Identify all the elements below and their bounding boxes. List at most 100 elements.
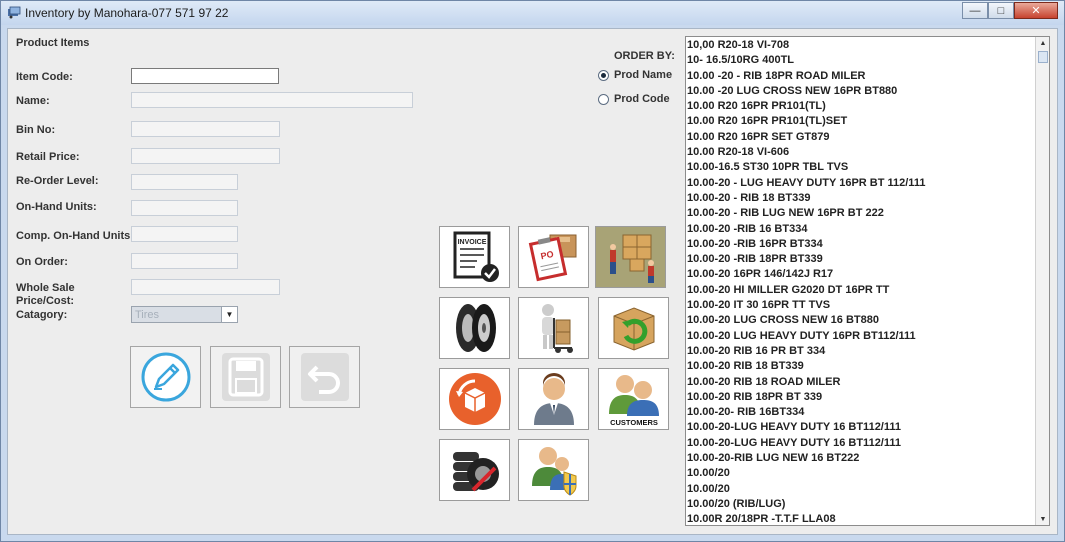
name-label: Name: [16, 95, 50, 107]
invoice-tile[interactable]: INVOICE [439, 226, 510, 288]
list-item[interactable]: 10.00 R20-18 VI-606 [687, 145, 1035, 160]
section-title: Product Items [16, 37, 90, 49]
stock-return-tile[interactable] [598, 297, 669, 359]
on-order-label: On Order: [16, 256, 68, 268]
list-item[interactable]: 10.00-20 - RIB LUG NEW 16PR BT 222 [687, 206, 1035, 221]
list-item[interactable]: 10.00-20- RIB 16BT334 [687, 405, 1035, 420]
list-item[interactable]: 10.00-20 IT 30 16PR TT TVS [687, 298, 1035, 313]
retail-price-input[interactable] [131, 148, 280, 164]
save-button[interactable] [210, 346, 281, 408]
tires-tile[interactable] [439, 297, 510, 359]
purchase-order-tile[interactable]: PO [518, 226, 589, 288]
product-list[interactable]: 10,00 R20-18 VI-708 10- 16.5/10RG 400TL 10… [685, 36, 1050, 526]
maximize-button[interactable]: □ [988, 2, 1014, 19]
tires-icon [455, 304, 496, 352]
list-item[interactable]: 10.00/20 [687, 466, 1035, 481]
list-item[interactable]: 10.00 R20 16PR SET GT879 [687, 130, 1035, 145]
product-list-items: 10,00 R20-18 VI-708 10- 16.5/10RG 400TL 10… [686, 37, 1035, 525]
scroll-up-icon[interactable]: ▲ [1036, 37, 1049, 49]
save-disk-icon [221, 353, 270, 401]
item-code-input[interactable] [131, 68, 279, 84]
list-item[interactable]: 10.00-20 16PR 146/142J R17 [687, 267, 1035, 282]
customers-tile[interactable]: CUSTOMERS [598, 368, 669, 430]
list-item[interactable]: 10.00-20-RIB LUG NEW 16 BT222 [687, 451, 1035, 466]
list-item[interactable]: 10.00R 20/18PR -T.T.F LLA08 [687, 512, 1035, 525]
list-item[interactable]: 10.00/20 (RIB/LUG) [687, 497, 1035, 512]
wholesale-price-input[interactable] [131, 279, 280, 295]
on-hand-units-label: On-Hand Units: [16, 201, 97, 213]
on-order-input[interactable] [131, 253, 238, 269]
list-item[interactable]: 10.00-20 LUG CROSS NEW 16 BT880 [687, 313, 1035, 328]
list-item[interactable]: 10.00-20 - RIB 18 BT339 [687, 191, 1035, 206]
list-item[interactable]: 10.00-16.5 ST30 10PR TBL TVS [687, 160, 1035, 175]
prod-code-label: Prod Code [614, 93, 670, 105]
radio-selected[interactable] [598, 69, 609, 81]
list-item[interactable]: 10- 16.5/10RG 400TL [687, 53, 1035, 68]
scroll-thumb[interactable] [1038, 51, 1048, 63]
list-item[interactable]: 10.00-20 LUG HEAVY DUTY 16PR BT112/111 [687, 329, 1035, 344]
list-item[interactable]: 10.00-20-LUG HEAVY DUTY 16 BT112/111 [687, 420, 1035, 435]
list-item[interactable]: 10.00 -20 - RIB 18PR ROAD MILER [687, 69, 1035, 84]
list-item[interactable]: 10,00 R20-18 VI-708 [687, 38, 1035, 53]
list-item[interactable]: 10.00 R20 16PR PR101(TL)SET [687, 114, 1035, 129]
list-item[interactable]: 10.00 R20 16PR PR101(TL) [687, 99, 1035, 114]
list-item[interactable]: 10.00-20 -RIB 16 BT334 [687, 222, 1035, 237]
user-icon [533, 373, 574, 425]
list-item[interactable]: 10.00-20 -RIB 16PR BT334 [687, 237, 1035, 252]
list-item[interactable]: 10.00-20 RIB 18 BT339 [687, 359, 1035, 374]
customers-icon: CUSTOMERS [608, 375, 659, 427]
reorder-level-input[interactable] [131, 174, 238, 190]
scroll-down-icon[interactable]: ▼ [1036, 513, 1049, 525]
user-tile[interactable] [518, 368, 589, 430]
name-input[interactable] [131, 92, 413, 108]
category-label: Catagory: [16, 309, 68, 321]
list-item[interactable]: 10.00-20 HI MILLER G2020 DT 16PR TT [687, 283, 1035, 298]
bin-no-label: Bin No: [16, 124, 56, 136]
svg-text:CUSTOMERS: CUSTOMERS [610, 418, 658, 427]
list-item[interactable]: 10.00-20-LUG HEAVY DUTY 16 BT112/111 [687, 436, 1035, 451]
returns-tile[interactable] [439, 368, 510, 430]
tire-stack-icon [452, 452, 499, 492]
stock-receiving-tile[interactable] [595, 226, 666, 288]
minimize-button[interactable]: — [962, 2, 988, 19]
svg-text:INVOICE: INVOICE [457, 239, 486, 246]
list-item[interactable]: 10.00-20 RIB 16 PR BT 334 [687, 344, 1035, 359]
purchase-order-icon: PO [528, 234, 576, 282]
user-security-tile[interactable] [518, 439, 589, 501]
comp-on-hand-units-label: Comp. On-Hand Units: [16, 230, 134, 242]
wholesale-price-label: Whole Sale Price/Cost: [16, 282, 75, 307]
list-item[interactable]: 10.00-20 -RIB 18PR BT339 [687, 252, 1035, 267]
window-title: Inventory by Manohara-077 571 97 22 [25, 6, 229, 20]
title-bar[interactable]: Inventory by Manohara-077 571 97 22 — □ … [1, 1, 1064, 25]
vertical-scrollbar[interactable]: ▲ ▼ [1035, 37, 1049, 525]
list-item[interactable]: 10.00-20 - LUG HEAVY DUTY 16PR BT 112/11… [687, 176, 1035, 191]
list-item[interactable]: 10.00-20 RIB 18PR BT 339 [687, 390, 1035, 405]
reorder-level-label: Re-Order Level: [16, 175, 99, 187]
radio-unselected[interactable] [598, 93, 609, 105]
invoice-icon: INVOICE [453, 231, 499, 282]
delivery-tile[interactable] [518, 297, 589, 359]
list-item[interactable]: 10.00 -20 LUG CROSS NEW 16PR BT880 [687, 84, 1035, 99]
list-item[interactable]: 10.00-20 RIB 18 ROAD MILER [687, 375, 1035, 390]
edit-button[interactable] [130, 346, 201, 408]
retail-price-label: Retail Price: [16, 151, 80, 163]
close-button[interactable]: ✕ [1014, 2, 1058, 19]
chevron-down-icon[interactable]: ▼ [221, 307, 237, 322]
comp-on-hand-units-input[interactable] [131, 226, 238, 242]
item-code-label: Item Code: [16, 71, 73, 83]
on-hand-units-input[interactable] [131, 200, 238, 216]
main-panel: Product Items Item Code: Name: Bin No: R… [7, 28, 1058, 535]
order-prod-code-radio[interactable]: Prod Code [598, 93, 670, 105]
tire-stock-tile[interactable] [439, 439, 510, 501]
list-item[interactable]: 10.00/20 [687, 482, 1035, 497]
undo-icon [300, 353, 349, 401]
undo-button[interactable] [289, 346, 360, 408]
order-by-label: ORDER BY: [614, 50, 675, 62]
bin-no-input[interactable] [131, 121, 280, 137]
order-prod-name-radio[interactable]: Prod Name [598, 69, 672, 81]
box-return-icon [613, 307, 654, 351]
app-icon [8, 6, 21, 19]
return-box-icon [448, 373, 501, 425]
prod-name-label: Prod Name [614, 69, 673, 81]
category-select[interactable]: Tires ▼ [131, 306, 238, 323]
